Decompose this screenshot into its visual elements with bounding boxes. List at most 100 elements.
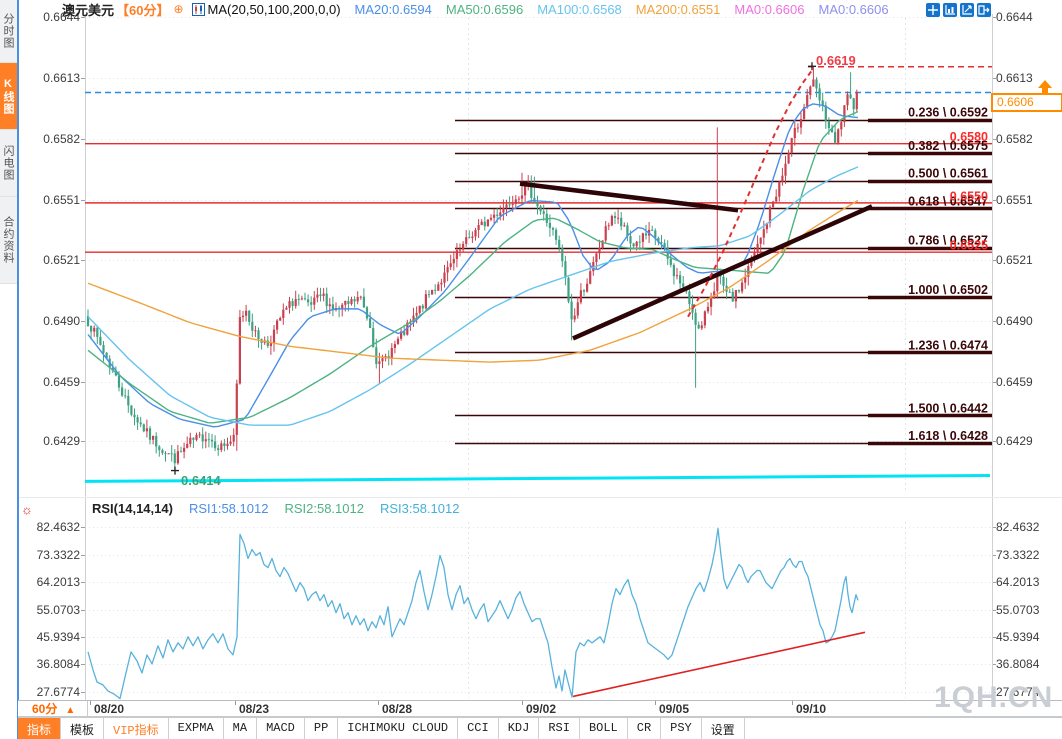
rsi-series-value: RSI3:58.1012 — [379, 501, 460, 516]
toolbar-item-PP[interactable]: PP — [305, 718, 339, 739]
swing-low-label: 0.6414 — [181, 473, 221, 488]
x-axis-date-label: 08/20 — [94, 702, 125, 716]
current-price-value: 0.6606 — [997, 94, 1034, 109]
rsi-axis-label-right: 27.6774 — [996, 685, 1040, 699]
sidebar-item-1[interactable]: 分时图 — [0, 0, 17, 63]
price-axis-label-left: 0.6613 — [43, 71, 80, 86]
x-axis-date-label: 09/10 — [796, 702, 827, 716]
x-axis-row: 60分 ▲ 08/20 08/23 08/28 09/02 09/05 09/10 — [18, 700, 1062, 717]
timeframe-value: 60分 — [32, 702, 58, 716]
rsi-axis-label-left: 27.6774 — [36, 685, 80, 699]
price-axis-label-left: 0.6551 — [43, 193, 80, 208]
sidebar-item-2[interactable]: K线图 — [0, 63, 17, 130]
toolbar-item-EXPMA[interactable]: EXPMA — [169, 718, 224, 739]
rsi-axis-label-left: 82.4632 — [36, 520, 80, 534]
toolbar-item-BOLL[interactable]: BOLL — [580, 718, 628, 739]
zoom-axis-in-icon[interactable] — [943, 3, 957, 17]
toolbar-item-RSI[interactable]: RSI — [539, 718, 580, 739]
price-axis-label-right: 0.6582 — [996, 132, 1033, 147]
rsi-axis-label-right: 82.4632 — [996, 520, 1040, 534]
toolbar-item-MACD[interactable]: MACD — [257, 718, 305, 739]
fib-level-label: 1.236 \ 0.6474 — [908, 338, 988, 352]
timeframe-label[interactable]: 【60分】 — [116, 0, 169, 19]
rsi-line — [87, 527, 859, 700]
rsi-series-value: RSI1:58.1012 — [188, 501, 269, 516]
current-price-badge: 0.6606 — [991, 92, 1062, 112]
price-axis-label-right: 0.6521 — [996, 252, 1033, 267]
rsi-title: RSI(14,14,14) — [92, 501, 173, 516]
ma-value: MA0:0.6606 — [734, 1, 805, 17]
x-axis-date-label: 09/02 — [526, 702, 557, 716]
rsi-values: RSI1:58.1012 RSI2:58.1012 RSI3:58.1012 — [173, 501, 460, 516]
rsi-axis-label-right: 45.9394 — [996, 629, 1040, 644]
ma-value: MA200:0.6551 — [635, 1, 721, 17]
ma-formula: MA(20,50,100,200,0,0) — [207, 1, 341, 17]
price-axis-label-right: 0.6613 — [996, 71, 1033, 86]
candlestick-chart[interactable]: 0.236 \ 0.65920.382 \ 0.65750.500 \ 0.65… — [0, 0, 1062, 739]
price-up-arrow-icon — [1038, 80, 1052, 94]
rsi-header: RSI(14,14,14) RSI1:58.1012 RSI2:58.1012 RS… — [92, 501, 459, 516]
price-axis-label-right: 0.6551 — [996, 193, 1033, 208]
dropdown-arrow-icon: ▲ — [65, 705, 76, 716]
trading-terminal: 0.236 \ 0.6592 0.382 \ 0.6575 0.500 \ 0.65… — [0, 0, 1062, 739]
sidebar: 分时图 K线图 闪电图 合约资料 — [0, 0, 19, 739]
rsi-axis-label-left: 55.0703 — [36, 602, 80, 617]
symbol-title: 澳元美元 — [62, 2, 115, 18]
x-axis-tick — [90, 701, 91, 705]
red-level-label: 0.6580 — [950, 130, 988, 144]
indicator-toolbar: 指标 模板 VIP指标 EXPMA MA MACD PP ICHIMOKU CLOUD CCI K… — [18, 717, 1062, 739]
fib-level-label: 0.500 \ 0.6561 — [908, 167, 988, 181]
rsi-axis-label-right: 73.3322 — [996, 547, 1040, 562]
x-axis-tick — [655, 701, 656, 705]
sidebar-item-4[interactable]: 合约资料 — [0, 197, 17, 284]
window-controls — [926, 3, 991, 17]
ma-value: MA100:0.6568 — [537, 1, 622, 17]
toolbar-item-MA[interactable]: MA — [224, 718, 258, 739]
x-axis-tick — [378, 701, 379, 705]
indicator-settings-icon[interactable]: ☼ — [21, 502, 33, 517]
toolbar-item-ICHIMOKU CLOUD[interactable]: ICHIMOKU CLOUD — [338, 718, 459, 739]
x-axis-date-label: 09/05 — [659, 702, 690, 716]
swing-high-label: 0.6619 — [816, 53, 856, 68]
add-indicator-icon[interactable]: ⊕ — [173, 2, 183, 16]
price-axis-label-left: 0.6521 — [43, 252, 80, 267]
price-axis-label-left: 0.6429 — [43, 434, 80, 448]
exit-chart-icon[interactable] — [977, 3, 991, 17]
ma-value: MA20:0.6594 — [354, 1, 432, 17]
toolbar-item-指标[interactable]: 指标 — [18, 718, 62, 739]
toolbar-item-模板[interactable]: 模板 — [61, 718, 105, 739]
fib-level-label: 1.000 \ 0.6502 — [908, 283, 988, 297]
toolbar-item-PSY[interactable]: PSY — [661, 718, 702, 739]
sidebar-item-3[interactable]: 闪电图 — [0, 130, 17, 197]
zoom-axis-out-icon[interactable] — [960, 3, 974, 17]
toolbar-item-VIP指标[interactable]: VIP指标 — [104, 718, 169, 739]
fib-level-label: 1.500 \ 0.6442 — [908, 401, 988, 415]
chart-header: 澳元美元 【60分】 ⊕ MA(20,50,100,200,0,0) MA20:… — [62, 0, 889, 19]
price-axis-label-left: 0.6582 — [43, 132, 80, 147]
timeframe-selector[interactable]: 60分 ▲ — [18, 701, 88, 717]
price-axis-label-right: 0.6429 — [996, 434, 1033, 448]
x-axis-date-label: 08/28 — [382, 702, 413, 716]
x-axis-tick — [522, 701, 523, 705]
toolbar-item-设置[interactable]: 设置 — [702, 718, 745, 739]
fib-level-label: 0.236 \ 0.6592 — [908, 106, 988, 120]
toolbar-item-KDJ[interactable]: KDJ — [499, 718, 540, 739]
rsi-axis-label-right: 36.8084 — [996, 657, 1040, 672]
rsi-axis-label-right: 55.0703 — [996, 602, 1040, 617]
move-crosshair-icon[interactable] — [926, 3, 940, 17]
price-axis-label-right: 0.6490 — [996, 313, 1033, 328]
price-axis-label-right: 0.6459 — [996, 374, 1033, 389]
toolbar-item-CCI[interactable]: CCI — [458, 718, 499, 739]
price-axis-label-right: 0.6644 — [996, 10, 1033, 24]
ma-line-MA100 — [87, 166, 859, 426]
ma-value: MA0:0.6606 — [818, 1, 889, 17]
toolbar-item-CR[interactable]: CR — [628, 718, 662, 739]
ma-line-MA50 — [87, 111, 859, 424]
red-level-label: 0.6550 — [950, 189, 988, 203]
price-axis-label-left: 0.6490 — [43, 313, 80, 328]
price-axis-label-left: 0.6459 — [43, 374, 80, 389]
rsi-axis-label-left: 73.3322 — [36, 547, 80, 562]
ma-value: MA50:0.6596 — [445, 1, 524, 17]
rsi-axis-label-left: 36.8084 — [36, 657, 80, 672]
ascending-trend-line — [572, 204, 873, 341]
